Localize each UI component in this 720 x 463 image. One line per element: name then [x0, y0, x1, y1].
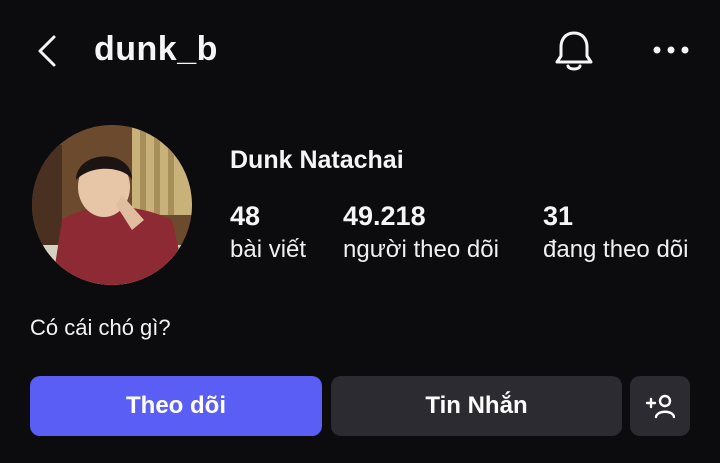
follow-button-label: Theo dõi — [126, 392, 226, 419]
message-button[interactable]: Tin Nhắn — [331, 376, 622, 436]
chevron-left-icon[interactable] — [34, 34, 62, 68]
stat-following-count: 31 — [543, 201, 574, 231]
stat-following[interactable]: 31 đang theo dõi — [543, 200, 688, 268]
more-horizontal-icon[interactable] — [652, 44, 690, 56]
display-name: Dunk Natachai — [230, 146, 404, 174]
top-bar: dunk_b — [0, 0, 720, 100]
bell-icon[interactable] — [552, 28, 596, 74]
stat-posts-count: 48 — [230, 201, 261, 231]
stat-following-label: đang theo dõi — [543, 236, 689, 263]
stat-posts[interactable]: 48 bài viết — [230, 200, 306, 268]
avatar[interactable] — [32, 125, 192, 285]
profile-bio: Có cái chó gì? — [30, 315, 171, 340]
stat-followers-count: 49.218 — [343, 201, 426, 231]
profile-username: dunk_b — [94, 30, 218, 68]
stat-posts-label: bài viết — [230, 236, 307, 263]
follow-button[interactable]: Theo dõi — [30, 376, 322, 436]
add-user-button[interactable] — [630, 376, 690, 436]
stat-followers[interactable]: 49.218 người theo dõi — [343, 200, 499, 268]
add-user-icon — [645, 394, 675, 419]
message-button-label: Tin Nhắn — [425, 392, 528, 419]
stat-followers-label: người theo dõi — [343, 236, 499, 263]
